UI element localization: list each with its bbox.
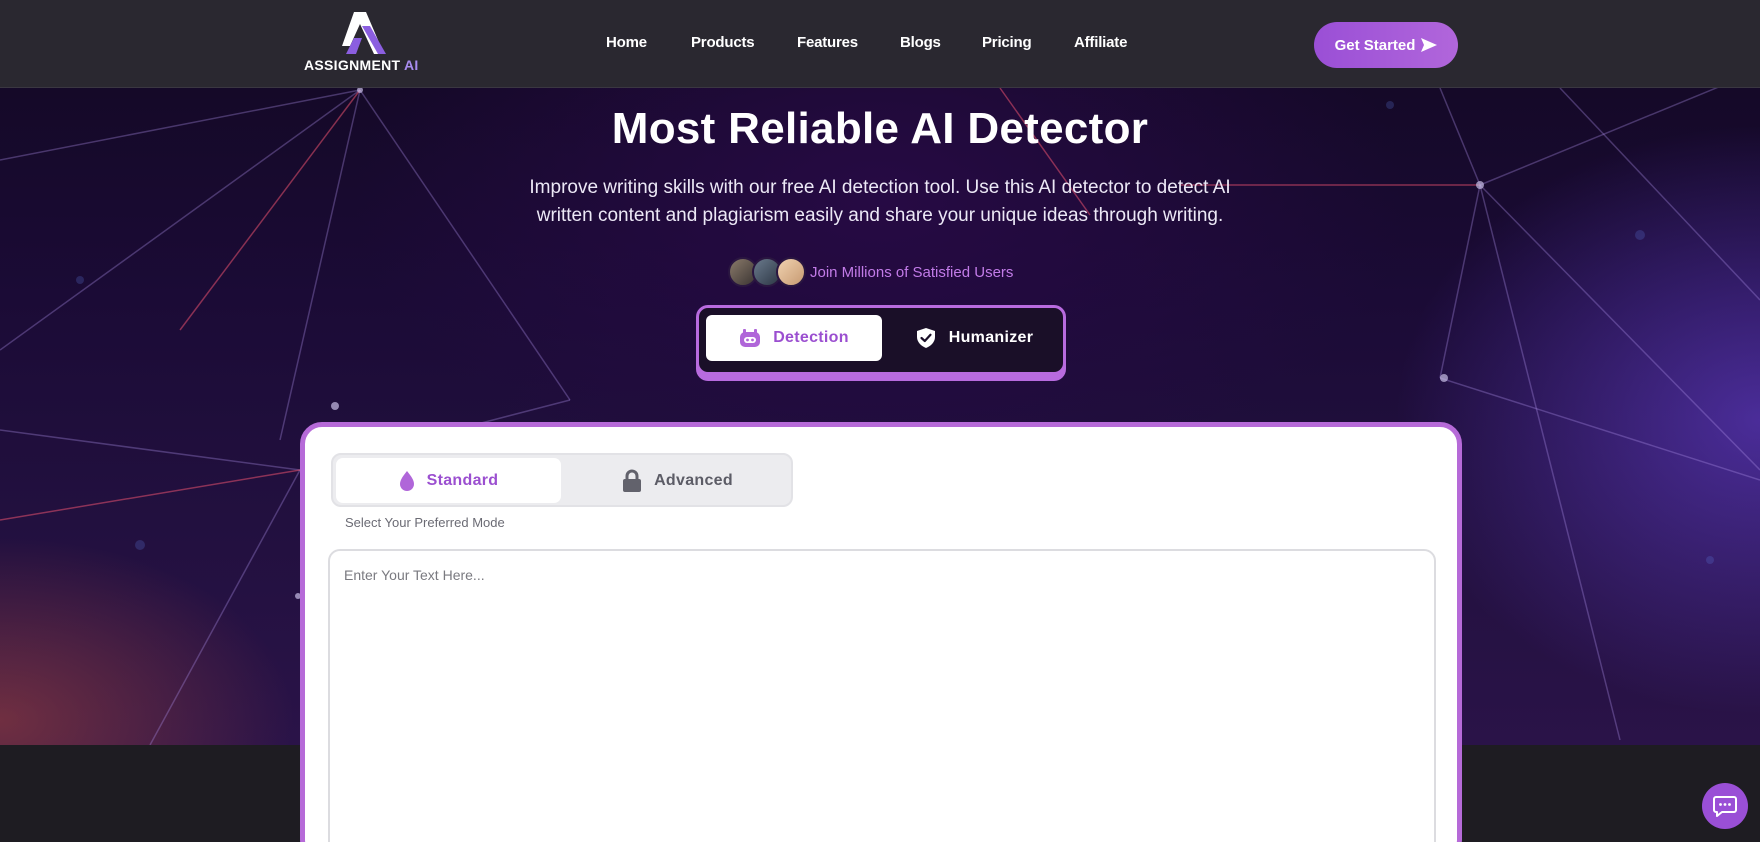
nav-products[interactable]: Products [691,34,755,51]
humanizer-tab-label: Humanizer [948,329,1034,346]
detector-card: Standard Advanced Select Your Preferred … [300,422,1462,842]
avatar [776,257,806,287]
mode-selector: Standard Advanced [331,453,793,507]
get-started-button[interactable]: Get Started [1314,22,1458,68]
lock-icon [623,469,642,492]
brand-suffix: AI [404,57,419,73]
page-title: Most Reliable AI Detector [611,104,1149,153]
standard-mode-label: Standard [426,471,499,489]
hero-subtitle: Improve writing skills with our free AI … [529,177,1231,226]
chat-icon [1713,796,1737,817]
get-started-label: Get Started [1334,36,1416,54]
user-avatars [728,256,810,288]
advanced-mode-button[interactable]: Advanced [565,458,790,503]
brand-name: ASSIGNMENT [304,57,401,73]
shield-check-icon [916,328,935,348]
advanced-mode-label: Advanced [654,471,733,489]
standard-mode-button[interactable]: Standard [336,458,561,503]
robot-icon [740,329,761,347]
mode-hint: Select Your Preferred Mode [345,515,505,530]
nav-pricing[interactable]: Pricing [982,34,1032,51]
nav-home[interactable]: Home [606,34,647,51]
social-proof: Join Millions of Satisfied Users [728,256,1013,288]
text-input[interactable] [328,549,1436,842]
drop-icon [399,470,414,491]
logo-mark-icon [342,12,386,54]
brand-wordmark: ASSIGNMENT AI [304,57,428,73]
social-proof-text: Join Millions of Satisfied Users [810,263,1014,281]
nav-blogs[interactable]: Blogs [900,34,941,51]
detection-tab-label: Detection [773,329,849,346]
brand-logo[interactable]: ASSIGNMENT AI [300,12,424,76]
nav-affiliate[interactable]: Affiliate [1074,34,1127,51]
nav-features[interactable]: Features [797,34,858,51]
top-navbar: ASSIGNMENT AI Home Products Features Blo… [0,0,1760,88]
chat-button[interactable] [1702,783,1748,829]
humanizer-tab[interactable]: Humanizer [889,315,1059,361]
detection-tab[interactable]: Detection [706,315,882,361]
send-arrow-icon [1421,38,1438,52]
tool-switch: Detection Humanizer [696,305,1066,375]
